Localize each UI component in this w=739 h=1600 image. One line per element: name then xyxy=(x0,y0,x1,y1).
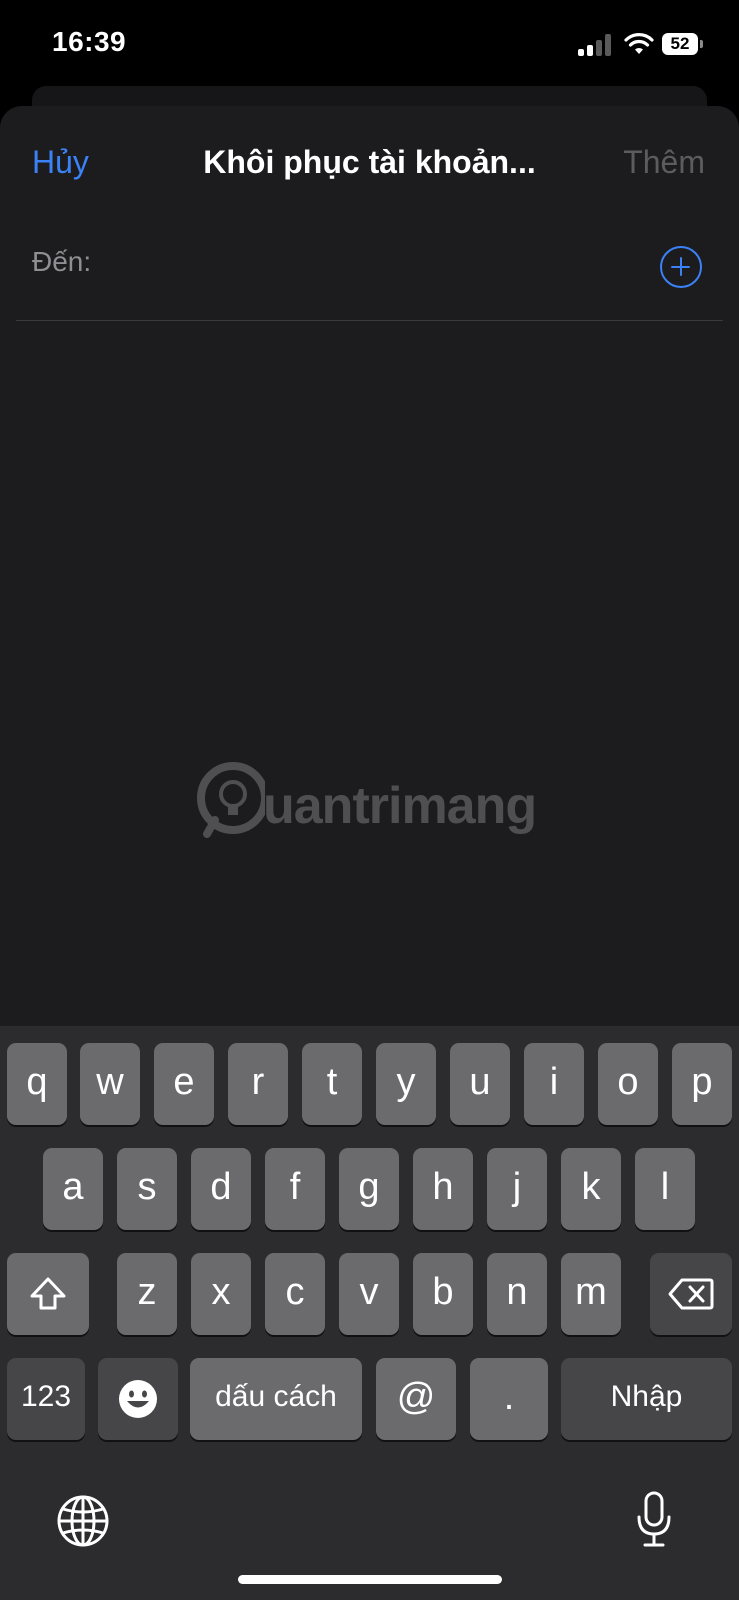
plus-icon[interactable] xyxy=(660,246,702,288)
key-u[interactable]: u xyxy=(450,1043,510,1125)
shift-key[interactable] xyxy=(7,1253,89,1335)
key-o[interactable]: o xyxy=(598,1043,658,1125)
key-e[interactable]: e xyxy=(154,1043,214,1125)
key-y[interactable]: y xyxy=(376,1043,436,1125)
key-t[interactable]: t xyxy=(302,1043,362,1125)
globe-icon[interactable] xyxy=(56,1494,110,1548)
divider xyxy=(16,320,723,321)
key-n[interactable]: n xyxy=(487,1253,547,1335)
wifi-icon xyxy=(624,33,654,54)
watermark-logo: uantrimang xyxy=(195,760,555,850)
keyboard: q w e r t y u i o p a s d f g h j k l z … xyxy=(0,1026,739,1600)
key-c[interactable]: c xyxy=(265,1253,325,1335)
battery-level: 52 xyxy=(670,34,690,53)
shift-icon xyxy=(30,1277,66,1310)
add-button[interactable]: Thêm xyxy=(623,144,705,181)
key-g[interactable]: g xyxy=(339,1148,399,1230)
key-w[interactable]: w xyxy=(80,1043,140,1125)
key-l[interactable]: l xyxy=(635,1148,695,1230)
microphone-icon[interactable] xyxy=(634,1490,674,1550)
backspace-key[interactable] xyxy=(650,1253,732,1335)
emoji-key[interactable] xyxy=(98,1358,178,1440)
key-x[interactable]: x xyxy=(191,1253,251,1335)
numbers-key[interactable]: 123 xyxy=(7,1358,85,1440)
key-s[interactable]: s xyxy=(117,1148,177,1230)
return-key[interactable]: Nhập xyxy=(561,1358,732,1440)
key-k[interactable]: k xyxy=(561,1148,621,1230)
emoji-icon xyxy=(119,1379,157,1418)
key-r[interactable]: r xyxy=(228,1043,288,1125)
status-time: 16:39 xyxy=(52,26,127,57)
key-j[interactable]: j xyxy=(487,1148,547,1230)
key-q[interactable]: q xyxy=(7,1043,67,1125)
recipient-label: Đến: xyxy=(32,246,92,277)
space-key[interactable]: dấu cách xyxy=(190,1358,362,1440)
key-i[interactable]: i xyxy=(524,1043,584,1125)
recipient-input[interactable] xyxy=(110,238,644,284)
period-key[interactable]: . xyxy=(470,1358,548,1440)
key-h[interactable]: h xyxy=(413,1148,473,1230)
key-p[interactable]: p xyxy=(672,1043,732,1125)
key-v[interactable]: v xyxy=(339,1253,399,1335)
watermark-text: uantrimang xyxy=(263,777,537,835)
battery-icon: 52 xyxy=(662,33,703,55)
key-b[interactable]: b xyxy=(413,1253,473,1335)
key-f[interactable]: f xyxy=(265,1148,325,1230)
home-indicator[interactable] xyxy=(238,1575,502,1584)
key-z[interactable]: z xyxy=(117,1253,177,1335)
signal-icon xyxy=(578,34,612,56)
status-bar: 16:39 52 xyxy=(0,0,739,92)
key-d[interactable]: d xyxy=(191,1148,251,1230)
key-m[interactable]: m xyxy=(561,1253,621,1335)
key-a[interactable]: a xyxy=(43,1148,103,1230)
screen: 16:39 52 Hủy Khôi phục tài khoản... Thêm… xyxy=(0,0,739,1600)
at-key[interactable]: @ xyxy=(376,1358,456,1440)
backspace-icon xyxy=(668,1278,714,1310)
